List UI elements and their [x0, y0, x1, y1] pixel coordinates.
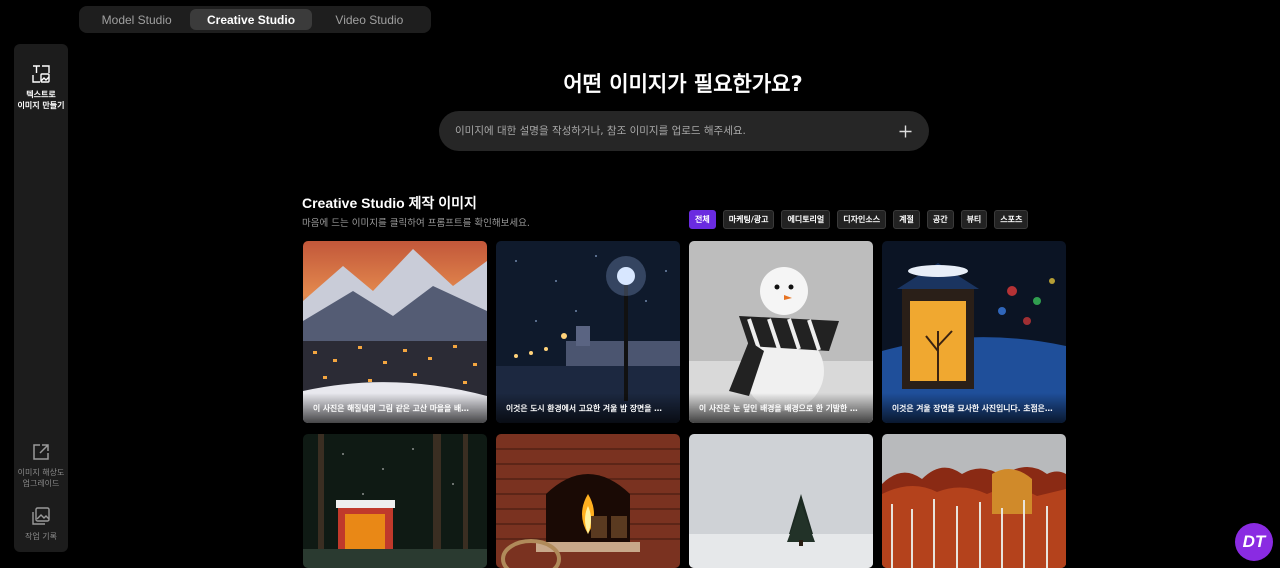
gallery-card[interactable]: [303, 434, 487, 568]
prompt-input[interactable]: [455, 125, 897, 137]
external-link-icon: [31, 442, 51, 462]
filter-season[interactable]: 계절: [893, 210, 920, 229]
card-caption: 이것은 겨울 장면을 묘사한 사진입니다. 초점은…: [882, 393, 1066, 423]
card-caption: 이 사진은 해질녘의 그림 같은 고산 마을을 배…: [303, 393, 487, 423]
dt-logo-button[interactable]: DT: [1235, 523, 1273, 561]
card-image: [689, 434, 873, 568]
tab-model-studio[interactable]: Model Studio: [83, 9, 190, 30]
page-title: 어떤 이미지가 필요한가요?: [563, 72, 803, 96]
filter-sports[interactable]: 스포츠: [994, 210, 1029, 229]
filter-space[interactable]: 공간: [926, 210, 954, 229]
sidebar-item-label: 이미지 해상도 업그레이드: [17, 468, 65, 488]
sidebar: 텍스트로 이미지 만들기 이미지 해상도 업그레이드 작업 기록: [14, 44, 68, 552]
gallery-subtitle: 마음에 드는 이미지를 클릭하여 프롬프트를 확인해보세요.: [302, 218, 530, 229]
filter-design-source[interactable]: 디자인소스: [837, 210, 887, 229]
filter-all[interactable]: 전체: [689, 210, 716, 229]
gallery-title: Creative Studio 제작 이미지: [302, 195, 477, 211]
card-image: [882, 434, 1066, 568]
sidebar-item-history[interactable]: 작업 기록: [14, 506, 68, 542]
filter-chips: 전체 마케팅/광고 에디토리얼 디자인소스 계절 공간 뷰티 스포츠: [689, 210, 1029, 229]
card-image: [496, 434, 680, 568]
card-caption: 이것은 도시 환경에서 고요한 겨울 밤 장면을 …: [496, 393, 680, 423]
studio-tabs: Model Studio Creative Studio Video Studi…: [79, 6, 431, 33]
filter-marketing[interactable]: 마케팅/광고: [722, 210, 775, 229]
gallery-card[interactable]: [882, 434, 1066, 568]
sidebar-item-upscale[interactable]: 이미지 해상도 업그레이드: [14, 442, 68, 489]
filter-beauty[interactable]: 뷰티: [960, 210, 988, 229]
upload-button[interactable]: [897, 123, 913, 139]
gallery-card[interactable]: 이것은 겨울 장면을 묘사한 사진입니다. 초점은…: [882, 241, 1066, 423]
gallery-card[interactable]: [689, 434, 873, 568]
gallery-card[interactable]: [496, 434, 680, 568]
card-caption: 이 사진은 눈 덮인 배경을 배경으로 한 기발한 …: [689, 393, 873, 423]
gallery-card[interactable]: 이 사진은 눈 덮인 배경을 배경으로 한 기발한 …: [689, 241, 873, 423]
prompt-box: [439, 111, 929, 151]
image-stack-icon: [31, 506, 51, 526]
plus-icon: [899, 125, 911, 137]
tab-video-studio[interactable]: Video Studio: [312, 9, 427, 30]
tab-creative-studio[interactable]: Creative Studio: [190, 9, 312, 30]
sidebar-item-label: 작업 기록: [25, 532, 57, 541]
gallery-card[interactable]: 이 사진은 해질녘의 그림 같은 고산 마을을 배…: [303, 241, 487, 423]
filter-editorial[interactable]: 에디토리얼: [781, 210, 831, 229]
gallery-card[interactable]: 이것은 도시 환경에서 고요한 겨울 밤 장면을 …: [496, 241, 680, 423]
card-image: [303, 434, 487, 568]
